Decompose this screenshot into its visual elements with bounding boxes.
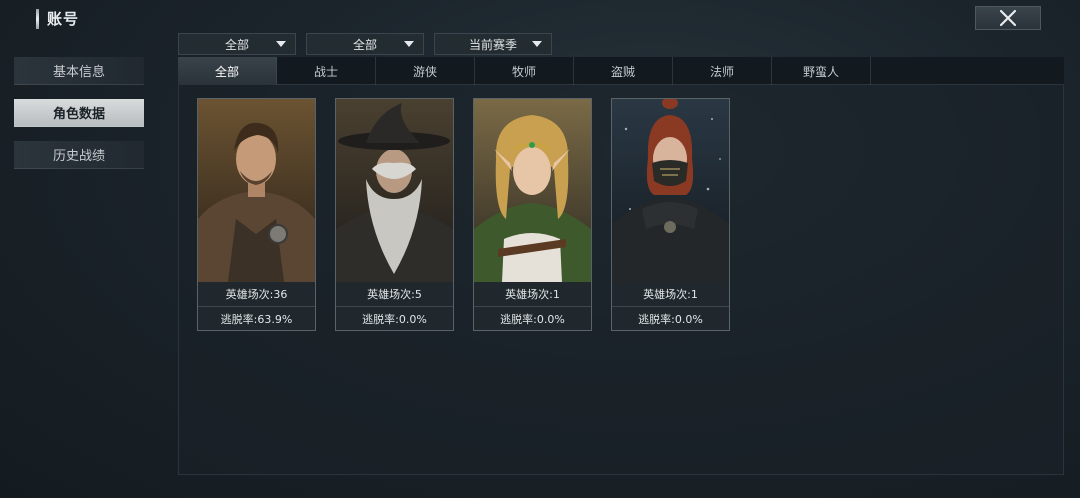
chevron-down-icon	[404, 41, 414, 47]
tab-warrior[interactable]: 战士	[277, 57, 376, 85]
character-card-warrior[interactable]: 英雄场次:36 逃脱率:63.9%	[197, 98, 316, 331]
dropdown-value: 全部	[352, 37, 377, 52]
dropdown-value: 全部	[224, 37, 249, 52]
chevron-down-icon	[532, 41, 542, 47]
escape-rate: 逃脱率:0.0%	[474, 306, 591, 330]
season-dropdown[interactable]: 当前赛季	[434, 33, 552, 55]
close-icon	[999, 9, 1017, 27]
tab-wizard[interactable]: 法师	[673, 57, 772, 85]
page-title: 账号	[47, 10, 80, 28]
matches-played: 英雄场次:5	[367, 288, 422, 301]
wizard-portrait	[336, 99, 453, 282]
close-button[interactable]	[975, 6, 1041, 30]
sidebar-item-label: 角色数据	[52, 107, 105, 122]
filter-dropdown-1[interactable]: 全部	[178, 33, 296, 55]
tab-barbarian[interactable]: 野蛮人	[772, 57, 871, 85]
character-card-cleric[interactable]: 英雄场次:1 逃脱率:0.0%	[473, 98, 592, 331]
escape-rate: 逃脱率:0.0%	[612, 306, 729, 330]
filter-bar: 全部 全部 当前赛季	[178, 33, 552, 55]
character-card-wizard[interactable]: 英雄场次:5 逃脱率:0.0%	[335, 98, 454, 331]
card-stats: 英雄场次:1 逃脱率:0.0%	[612, 282, 729, 330]
filter-dropdown-2[interactable]: 全部	[306, 33, 424, 55]
tab-rogue[interactable]: 盗贼	[574, 57, 673, 85]
window-title: 账号	[36, 8, 79, 29]
tab-cleric[interactable]: 牧师	[475, 57, 574, 85]
warrior-portrait	[198, 99, 315, 282]
rogue-portrait	[612, 99, 729, 282]
matches-played: 英雄场次:1	[505, 288, 560, 301]
chevron-down-icon	[276, 41, 286, 47]
matches-played: 英雄场次:36	[225, 288, 288, 301]
elf-portrait	[474, 99, 591, 282]
tab-ranger[interactable]: 游侠	[376, 57, 475, 85]
tab-all[interactable]: 全部	[178, 57, 277, 85]
sidebar-item-basic-info[interactable]: 基本信息	[14, 57, 144, 85]
sidebar-item-label: 基本信息	[52, 65, 105, 80]
sidebar-item-history[interactable]: 历史战绩	[14, 141, 144, 169]
card-stats: 英雄场次:1 逃脱率:0.0%	[474, 282, 591, 330]
card-stats: 英雄场次:5 逃脱率:0.0%	[336, 282, 453, 330]
matches-played: 英雄场次:1	[643, 288, 698, 301]
character-panel: 英雄场次:36 逃脱率:63.9% 英雄场次:5 逃脱率:0.0% 英雄场次:1…	[178, 85, 1064, 475]
character-cards: 英雄场次:36 逃脱率:63.9% 英雄场次:5 逃脱率:0.0% 英雄场次:1…	[197, 98, 730, 331]
sidebar-item-character-data[interactable]: 角色数据	[14, 99, 144, 127]
title-marker	[36, 8, 39, 29]
sidebar: 基本信息 角色数据 历史战绩	[14, 57, 144, 183]
sidebar-item-label: 历史战绩	[52, 149, 105, 164]
escape-rate: 逃脱率:0.0%	[336, 306, 453, 330]
character-card-rogue[interactable]: 英雄场次:1 逃脱率:0.0%	[611, 98, 730, 331]
dropdown-value: 当前赛季	[468, 37, 517, 52]
escape-rate: 逃脱率:63.9%	[198, 306, 315, 330]
class-tabs: 全部 战士 游侠 牧师 盗贼 法师 野蛮人	[178, 57, 1064, 85]
card-stats: 英雄场次:36 逃脱率:63.9%	[198, 282, 315, 330]
